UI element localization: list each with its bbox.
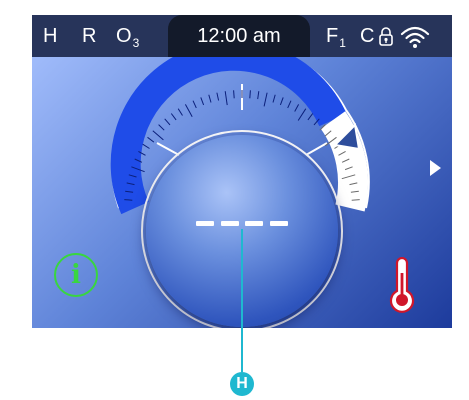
dial-tick <box>208 94 212 103</box>
dial-tick <box>170 113 177 121</box>
dial-separator <box>305 142 328 156</box>
ozone-indicator: O3 <box>116 15 139 57</box>
filter-subscript: 1 <box>339 36 346 50</box>
dial-tick <box>287 100 292 109</box>
dial-tick <box>124 199 133 201</box>
thermometer-icon[interactable] <box>388 257 416 313</box>
temperature-display <box>196 221 288 227</box>
callout-line <box>241 229 243 372</box>
dial-tick <box>152 130 164 141</box>
display-dash <box>196 221 214 226</box>
display-dash <box>245 221 264 226</box>
dial-tick <box>272 94 276 103</box>
dial-tick <box>307 113 314 121</box>
heater-indicator: H <box>43 25 58 47</box>
clock-tab[interactable]: 12:00 am <box>168 15 310 57</box>
wifi-icon <box>400 26 430 48</box>
dial-tick <box>192 100 197 109</box>
filter-indicator: F1 <box>326 15 346 57</box>
dial-tick <box>351 199 360 201</box>
stage: H R O3 12:00 am F1 C i H <box>0 0 469 400</box>
dial-tick <box>142 143 150 149</box>
info-button[interactable]: i <box>54 253 98 297</box>
recirculation-indicator: R <box>82 25 97 47</box>
ozone-subscript: 3 <box>132 36 140 50</box>
display-dash <box>269 221 288 226</box>
ozone-label: O <box>116 25 132 47</box>
filter-label: F <box>326 25 339 47</box>
padlock-icon <box>379 27 393 46</box>
info-icon: i <box>71 260 81 290</box>
dial-tick <box>297 108 307 121</box>
dial-tick <box>147 136 155 143</box>
dial-separator <box>156 142 180 156</box>
dial-tick <box>257 91 260 100</box>
clock-time: 12:00 am <box>197 25 281 47</box>
dial-tick <box>224 91 228 106</box>
dial-tick <box>233 90 235 99</box>
dial-tick <box>184 104 193 117</box>
dial-tick <box>263 92 268 107</box>
dial-tick <box>216 92 220 101</box>
callout-badge: H <box>230 372 254 396</box>
dial-tick <box>294 104 300 112</box>
dial-tick <box>249 90 251 99</box>
dial-tick <box>279 97 284 106</box>
dial-tick <box>164 118 171 126</box>
dial-tick <box>200 97 205 106</box>
dial-tick <box>177 108 183 116</box>
display-dash <box>220 221 239 226</box>
play-arrow-icon[interactable] <box>430 160 441 176</box>
dial-tick <box>158 124 165 131</box>
cleanup-indicator: C <box>360 25 375 47</box>
status-bar: H R O3 12:00 am F1 C <box>32 15 452 57</box>
